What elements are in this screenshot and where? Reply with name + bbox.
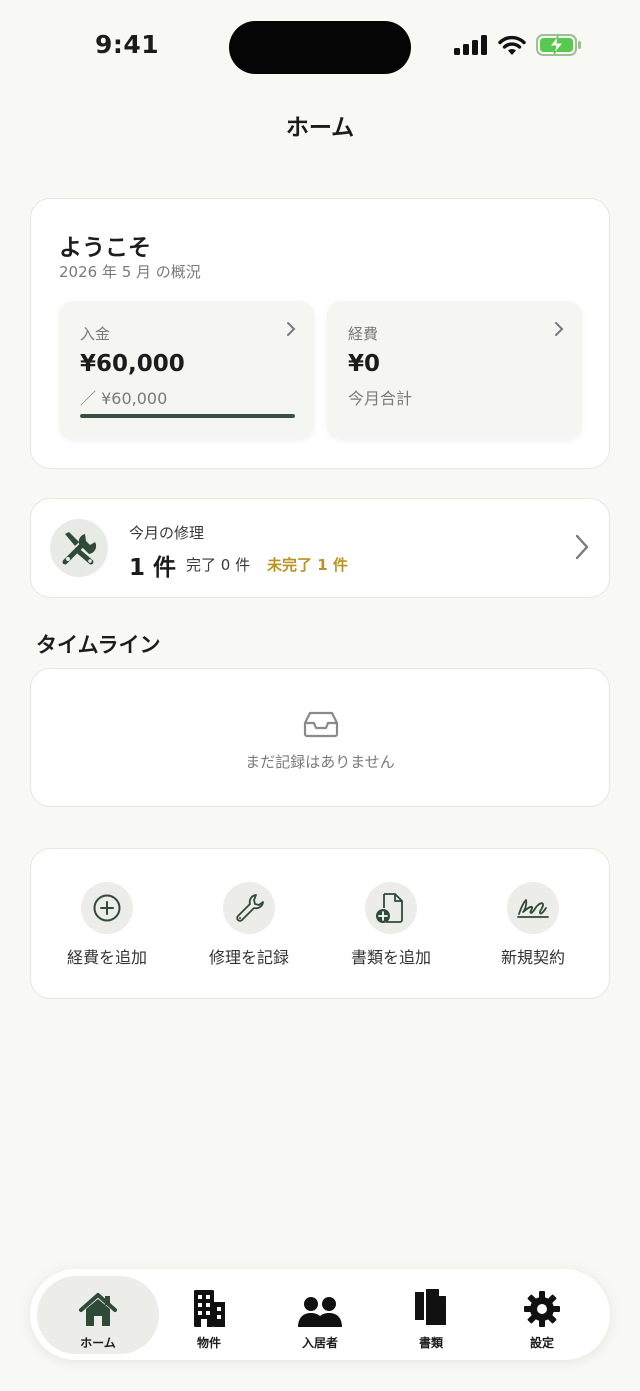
overview-card: ようこそ 2026 年 5 月 の概況 入金 ¥60,000 ／ ¥60,000… [30, 198, 610, 469]
income-card[interactable]: 入金 ¥60,000 ／ ¥60,000 [59, 301, 314, 439]
signature-icon [507, 882, 559, 934]
repair-pending: 未完了 1 件 [267, 556, 348, 574]
signal-icon [454, 35, 487, 55]
documents-icon [370, 1284, 492, 1328]
inbox-tray-icon [301, 709, 341, 743]
timeline-card: まだ記録はありません [30, 668, 610, 807]
add-document-label: 書類を追加 [350, 948, 431, 967]
income-progress-bar [80, 414, 295, 418]
record-repair-label: 修理を記録 [208, 948, 289, 967]
plus-circle-icon [81, 882, 133, 934]
chevron-right-icon [554, 321, 564, 342]
dynamic-island [229, 21, 411, 74]
page-title: ホーム [285, 115, 355, 141]
add-expense-button[interactable]: 経費を追加 [42, 882, 172, 968]
tab-properties-label: 物件 [196, 1336, 221, 1350]
document-add-icon [365, 882, 417, 934]
add-expense-label: 経費を追加 [66, 948, 147, 967]
people-icon [259, 1284, 381, 1328]
status-time: 9:41 [95, 30, 160, 59]
expense-label: 経費 [348, 325, 379, 343]
timeline-empty-text: まだ記録はありません [245, 753, 395, 771]
tab-bar: ホーム 物件 入居者 書類 設定 [30, 1269, 610, 1360]
tab-home[interactable]: ホーム [37, 1276, 159, 1354]
tab-settings[interactable]: 設定 [481, 1276, 603, 1354]
income-target: ／ ¥60,000 [80, 389, 168, 408]
wifi-icon [498, 35, 526, 55]
repair-summary-card[interactable]: 今月の修理 1 件 完了 0 件 未完了 1 件 [30, 498, 610, 598]
home-icon [37, 1284, 159, 1328]
quick-actions-card: 経費を追加 修理を記録 書類を追加 新規契約 [30, 848, 610, 999]
tab-tenants[interactable]: 入居者 [259, 1276, 381, 1354]
chevron-right-icon [575, 534, 589, 564]
tab-documents[interactable]: 書類 [370, 1276, 492, 1354]
status-icons [454, 34, 582, 56]
wrench-icon [223, 882, 275, 934]
expense-note: 今月合計 [348, 389, 413, 408]
welcome-title: ようこそ [59, 235, 151, 261]
building-icon [148, 1284, 270, 1328]
expense-value: ¥0 [348, 351, 381, 377]
tab-properties[interactable]: 物件 [148, 1276, 270, 1354]
overview-period: 2026 年 5 月 の概況 [59, 263, 201, 281]
gear-icon [481, 1284, 603, 1328]
chevron-right-icon [286, 321, 296, 342]
repair-completed: 完了 0 件 [186, 556, 251, 574]
timeline-heading: タイムライン [36, 633, 161, 657]
tab-documents-label: 書類 [418, 1336, 443, 1350]
new-contract-label: 新規契約 [500, 948, 565, 967]
expense-card[interactable]: 経費 ¥0 今月合計 [327, 301, 582, 439]
new-contract-button[interactable]: 新規契約 [468, 882, 598, 968]
home-screen: 9:41 ホーム ようこそ 2026 年 5 月 の概況 入金 ¥60,000 … [0, 0, 640, 1391]
battery-charging-icon [536, 34, 581, 56]
tab-settings-label: 設定 [529, 1336, 554, 1350]
income-progress-fill [80, 414, 295, 418]
income-value: ¥60,000 [80, 351, 185, 377]
income-label: 入金 [80, 325, 111, 343]
tools-icon [50, 519, 108, 577]
repair-count: 1 件 [129, 555, 177, 581]
repair-label: 今月の修理 [129, 524, 205, 542]
add-document-button[interactable]: 書類を追加 [326, 882, 456, 968]
record-repair-button[interactable]: 修理を記録 [184, 882, 314, 968]
tab-tenants-label: 入居者 [301, 1336, 338, 1350]
tab-home-label: ホーム [80, 1336, 116, 1350]
